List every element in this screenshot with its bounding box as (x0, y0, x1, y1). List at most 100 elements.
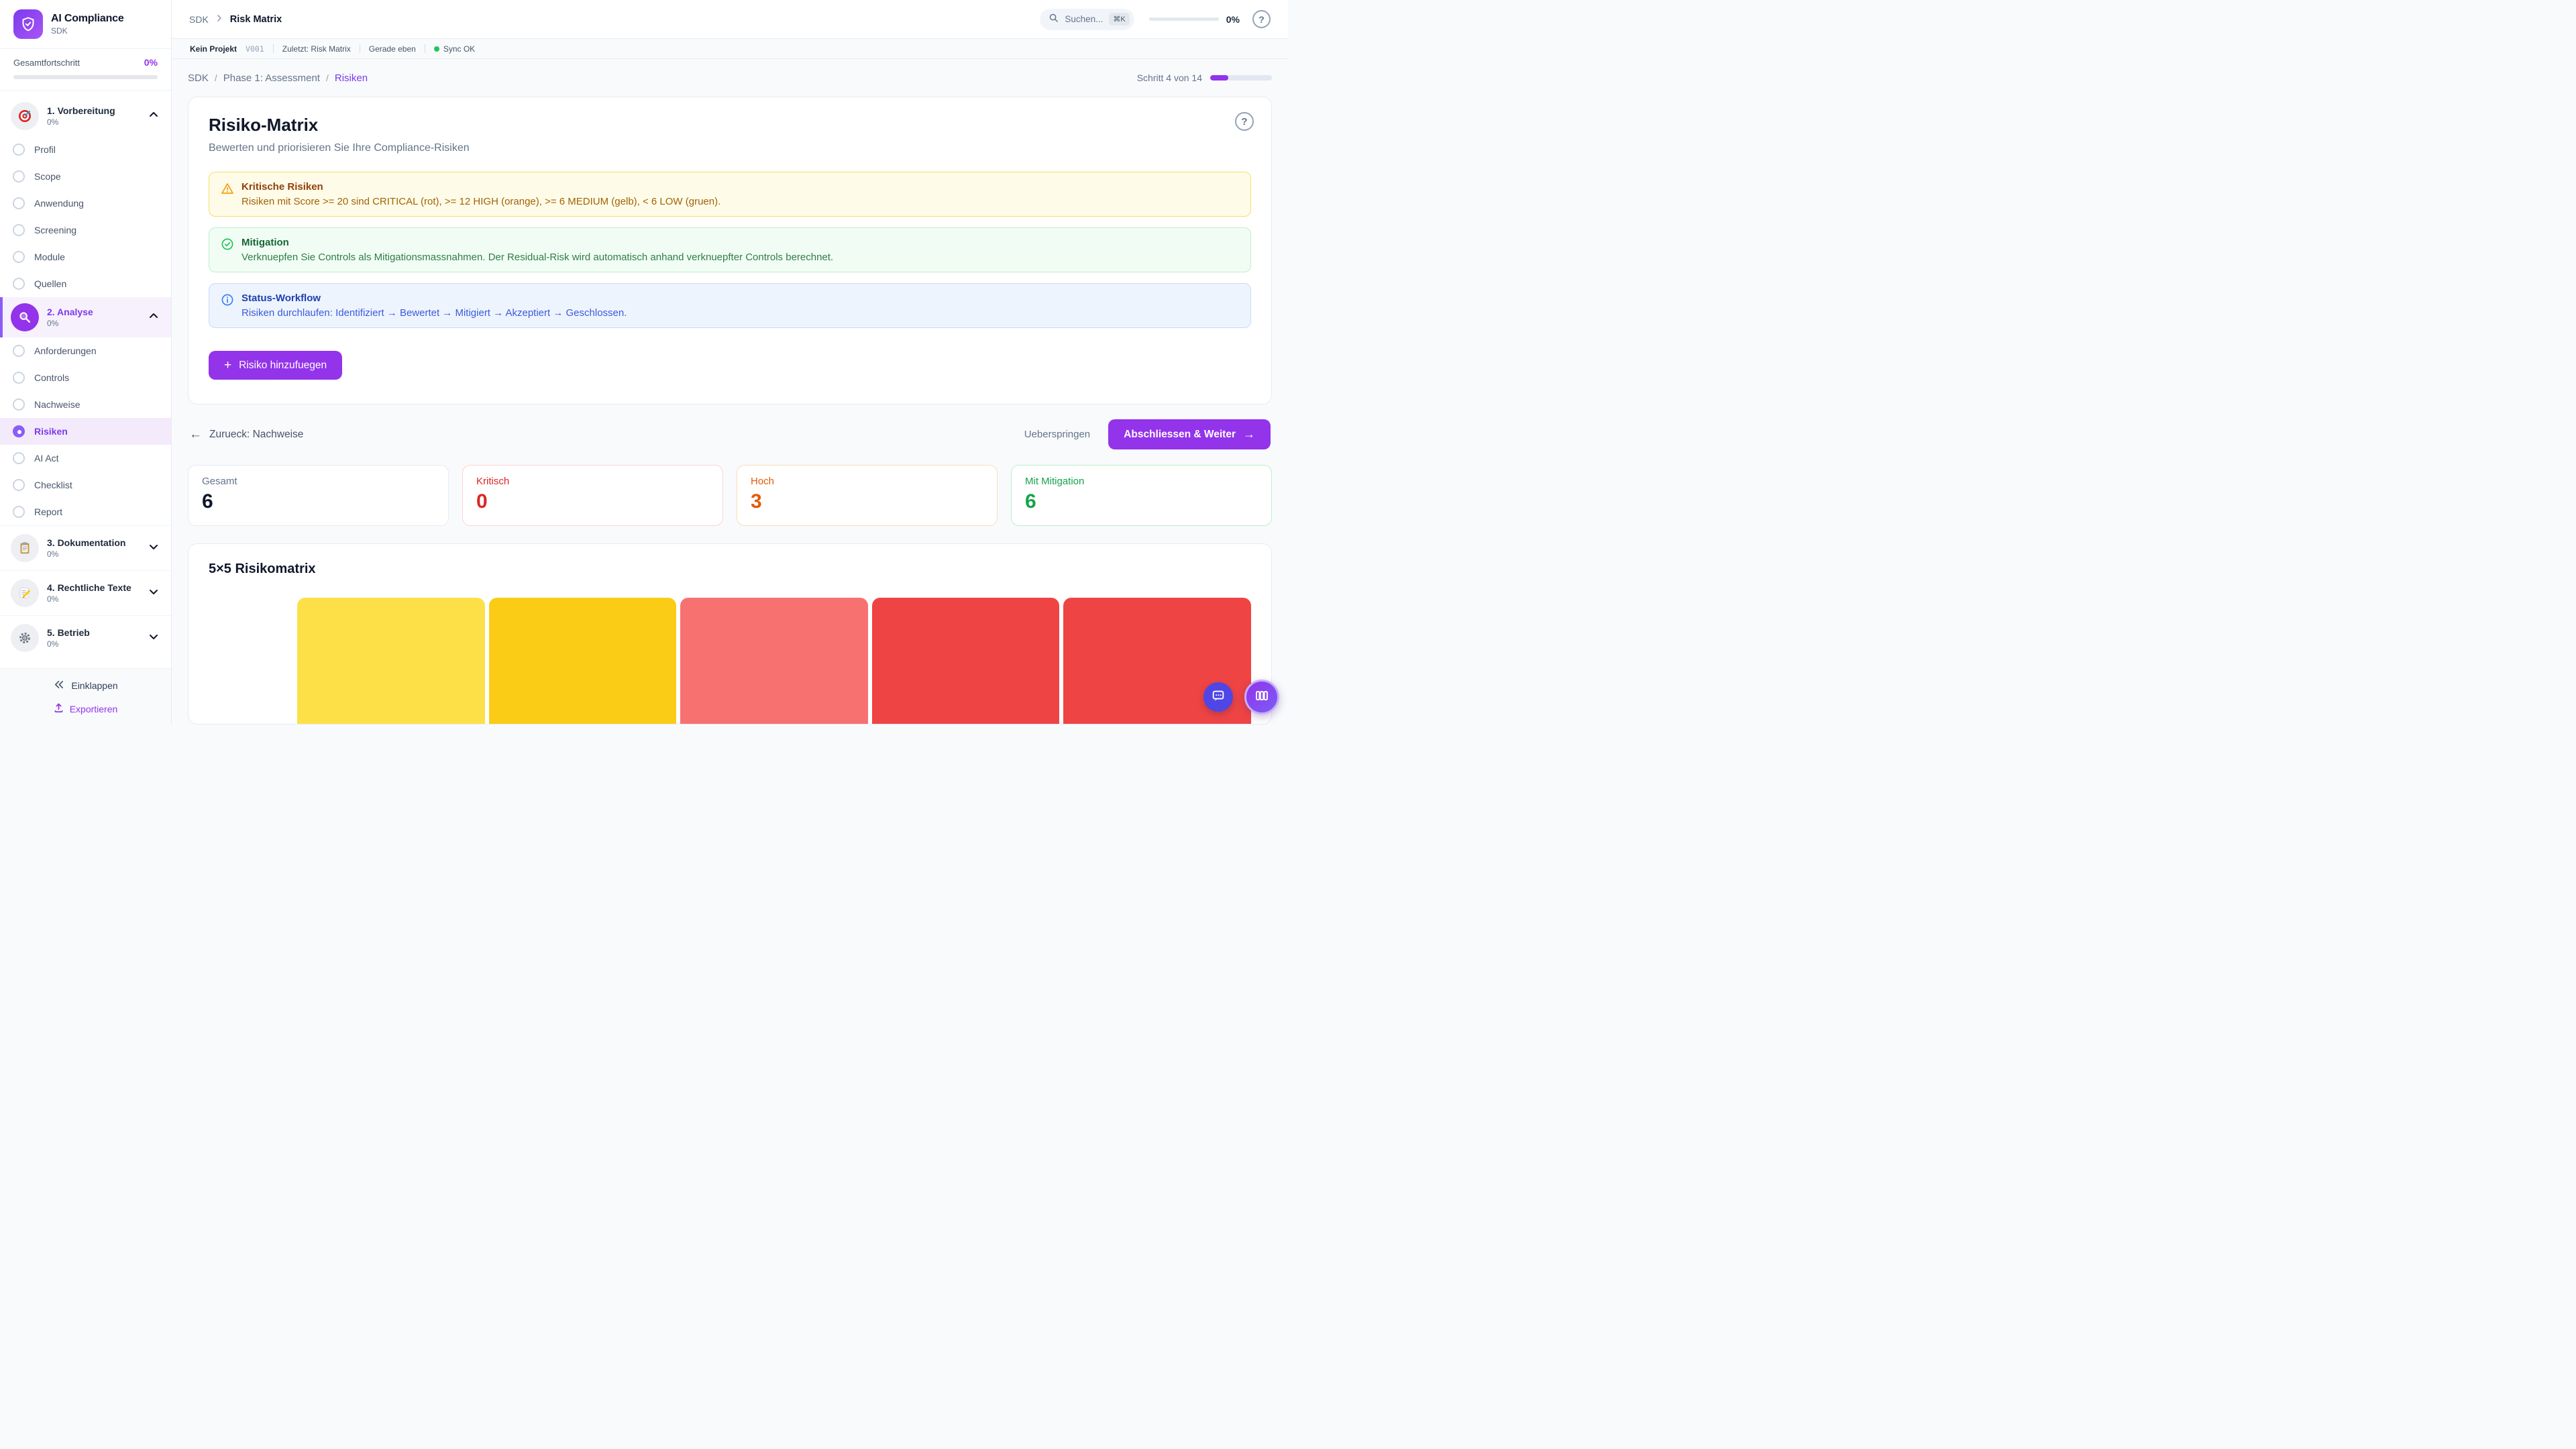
search-placeholder: Suchen... (1065, 14, 1103, 24)
card-help-icon[interactable]: ? (1235, 112, 1254, 131)
step-progress-fill (1210, 75, 1228, 80)
double-chevron-left-icon (53, 680, 64, 692)
step-progress-bar (1210, 75, 1272, 80)
radio-icon (13, 197, 25, 209)
risk-matrix-grid-card: 5×5 Risikomatrix (188, 543, 1272, 724)
skip-button[interactable]: Ueberspringen (1024, 429, 1090, 440)
export-button[interactable]: Exportieren (54, 702, 118, 715)
chat-bubble-icon (1211, 688, 1226, 706)
section-pct: 0% (47, 117, 140, 127)
project-name: Kein Projekt (190, 44, 237, 54)
breadcrumb-phase[interactable]: Phase 1: Assessment (223, 72, 320, 84)
sidebar-item-nachweise[interactable]: Nachweise (0, 391, 171, 418)
main-area: SDK Risk Matrix Suchen... ⌘K 0% ? Kein P… (172, 0, 1288, 724)
section-title: 2. Analyse (47, 307, 140, 317)
info-box-title: Mitigation (241, 237, 833, 248)
sidebar-item-anwendung[interactable]: Anwendung (0, 190, 171, 217)
complete-next-button[interactable]: Abschliessen & Weiter → (1108, 419, 1271, 449)
info-box-title: Status-Workflow (241, 292, 627, 304)
risk-matrix-card: Risiko-Matrix Bewerten und priorisieren … (188, 97, 1272, 405)
stat-value: 6 (1025, 490, 1258, 513)
chevron-down-icon (148, 541, 159, 555)
radio-icon (13, 345, 25, 357)
breadcrumb-risiken: Risiken (335, 72, 368, 84)
stat-card-gesamt: Gesamt 6 (188, 465, 449, 526)
help-icon[interactable]: ? (1252, 10, 1271, 28)
arrow-right-icon: → (1243, 427, 1255, 441)
matrix-cell[interactable] (872, 598, 1060, 724)
radio-icon (13, 144, 25, 156)
breadcrumb-sdk[interactable]: SDK (188, 72, 209, 84)
breadcrumb-current: Risk Matrix (230, 14, 282, 25)
sidebar-item-report[interactable]: Report (0, 498, 171, 525)
section-title: 1. Vorbereitung (47, 105, 140, 116)
sidebar-section-dokumentation[interactable]: 3. Dokumentation 0% (0, 525, 171, 570)
memo-pencil-icon (11, 579, 39, 607)
sidebar-section-vorbereitung[interactable]: 1. Vorbereitung 0% (0, 96, 171, 136)
matrix-title: 5×5 Risikomatrix (209, 561, 1251, 577)
page-content: SDK / Phase 1: Assessment / Risiken Schr… (172, 59, 1288, 724)
section-pct: 0% (47, 319, 140, 328)
columns-fab-button[interactable] (1244, 680, 1279, 714)
clipboard-icon (11, 534, 39, 562)
last-saved-time: Gerade eben (369, 44, 416, 54)
radio-icon (13, 398, 25, 411)
shield-check-icon (13, 9, 43, 39)
search-input[interactable]: Suchen... ⌘K (1040, 9, 1134, 30)
radio-icon (13, 479, 25, 491)
section-title: 5. Betrieb (47, 627, 140, 638)
matrix-cells-row (297, 598, 1251, 724)
sidebar-item-profil[interactable]: Profil (0, 136, 171, 163)
matrix-cell[interactable] (680, 598, 868, 724)
sidebar-item-ai-act[interactable]: AI Act (0, 445, 171, 472)
sidebar-item-controls[interactable]: Controls (0, 364, 171, 391)
matrix-cell[interactable] (297, 598, 485, 724)
app-logo-row: AI Compliance SDK (0, 0, 171, 49)
radio-icon (13, 372, 25, 384)
sidebar-section-rechtliche-texte[interactable]: 4. Rechtliche Texte 0% (0, 570, 171, 615)
sidebar-section-analyse[interactable]: 2. Analyse 0% (0, 297, 171, 337)
stats-row: Gesamt 6 Kritisch 0 Hoch 3 Mit Mitigatio… (188, 465, 1272, 526)
chat-fab-button[interactable] (1203, 682, 1233, 712)
sync-status: Sync OK (434, 44, 475, 54)
stat-label: Gesamt (202, 476, 435, 487)
step-label: Schritt 4 von 14 (1137, 72, 1202, 83)
status-bar: Kein Projekt V001 Zuletzt: Risk Matrix G… (172, 39, 1288, 59)
sidebar-footer: Einklappen Exportieren (0, 668, 171, 724)
chevron-up-icon (148, 109, 159, 123)
stat-card-hoch: Hoch 3 (737, 465, 998, 526)
radio-icon (13, 452, 25, 464)
matrix-cell[interactable] (489, 598, 677, 724)
info-box-mitigation: Mitigation Verknuepfen Sie Controls als … (209, 227, 1251, 272)
radio-icon (13, 278, 25, 290)
collapse-sidebar-button[interactable]: Einklappen (53, 680, 117, 692)
top-header: SDK Risk Matrix Suchen... ⌘K 0% ? (172, 0, 1288, 39)
add-risk-button[interactable]: + Risiko hinzufuegen (209, 351, 342, 380)
sidebar-item-anforderungen[interactable]: Anforderungen (0, 337, 171, 364)
info-circle-icon (221, 293, 234, 319)
gear-icon (11, 624, 39, 652)
step-progress: Schritt 4 von 14 (1137, 72, 1272, 83)
breadcrumb-root[interactable]: SDK (189, 14, 209, 25)
stat-card-mit-mitigation: Mit Mitigation 6 (1011, 465, 1272, 526)
sidebar-item-screening[interactable]: Screening (0, 217, 171, 244)
sync-ok-dot-icon (434, 46, 439, 52)
version-badge: V001 (246, 44, 264, 54)
sidebar-section-betrieb[interactable]: 5. Betrieb 0% (0, 615, 171, 660)
stat-card-kritisch: Kritisch 0 (462, 465, 723, 526)
info-box-body: Risiken durchlaufen: Identifiziert → Bew… (241, 307, 627, 319)
arrow-left-icon: ← (189, 427, 202, 442)
sidebar-item-quellen[interactable]: Quellen (0, 270, 171, 297)
sidebar-item-risiken[interactable]: Risiken (0, 418, 171, 445)
header-progress-bar (1149, 17, 1219, 21)
sidebar-item-module[interactable]: Module (0, 244, 171, 270)
section-title: 3. Dokumentation (47, 537, 140, 548)
sidebar-item-scope[interactable]: Scope (0, 163, 171, 190)
stat-value: 6 (202, 490, 435, 513)
stat-value: 0 (476, 490, 709, 513)
app-root: AI Compliance SDK Gesamtfortschritt 0% 1… (0, 0, 1288, 724)
overall-progress-value: 0% (144, 57, 158, 68)
sidebar-item-checklist[interactable]: Checklist (0, 472, 171, 498)
back-link[interactable]: ← Zurueck: Nachweise (189, 427, 303, 442)
upload-icon (54, 702, 64, 715)
